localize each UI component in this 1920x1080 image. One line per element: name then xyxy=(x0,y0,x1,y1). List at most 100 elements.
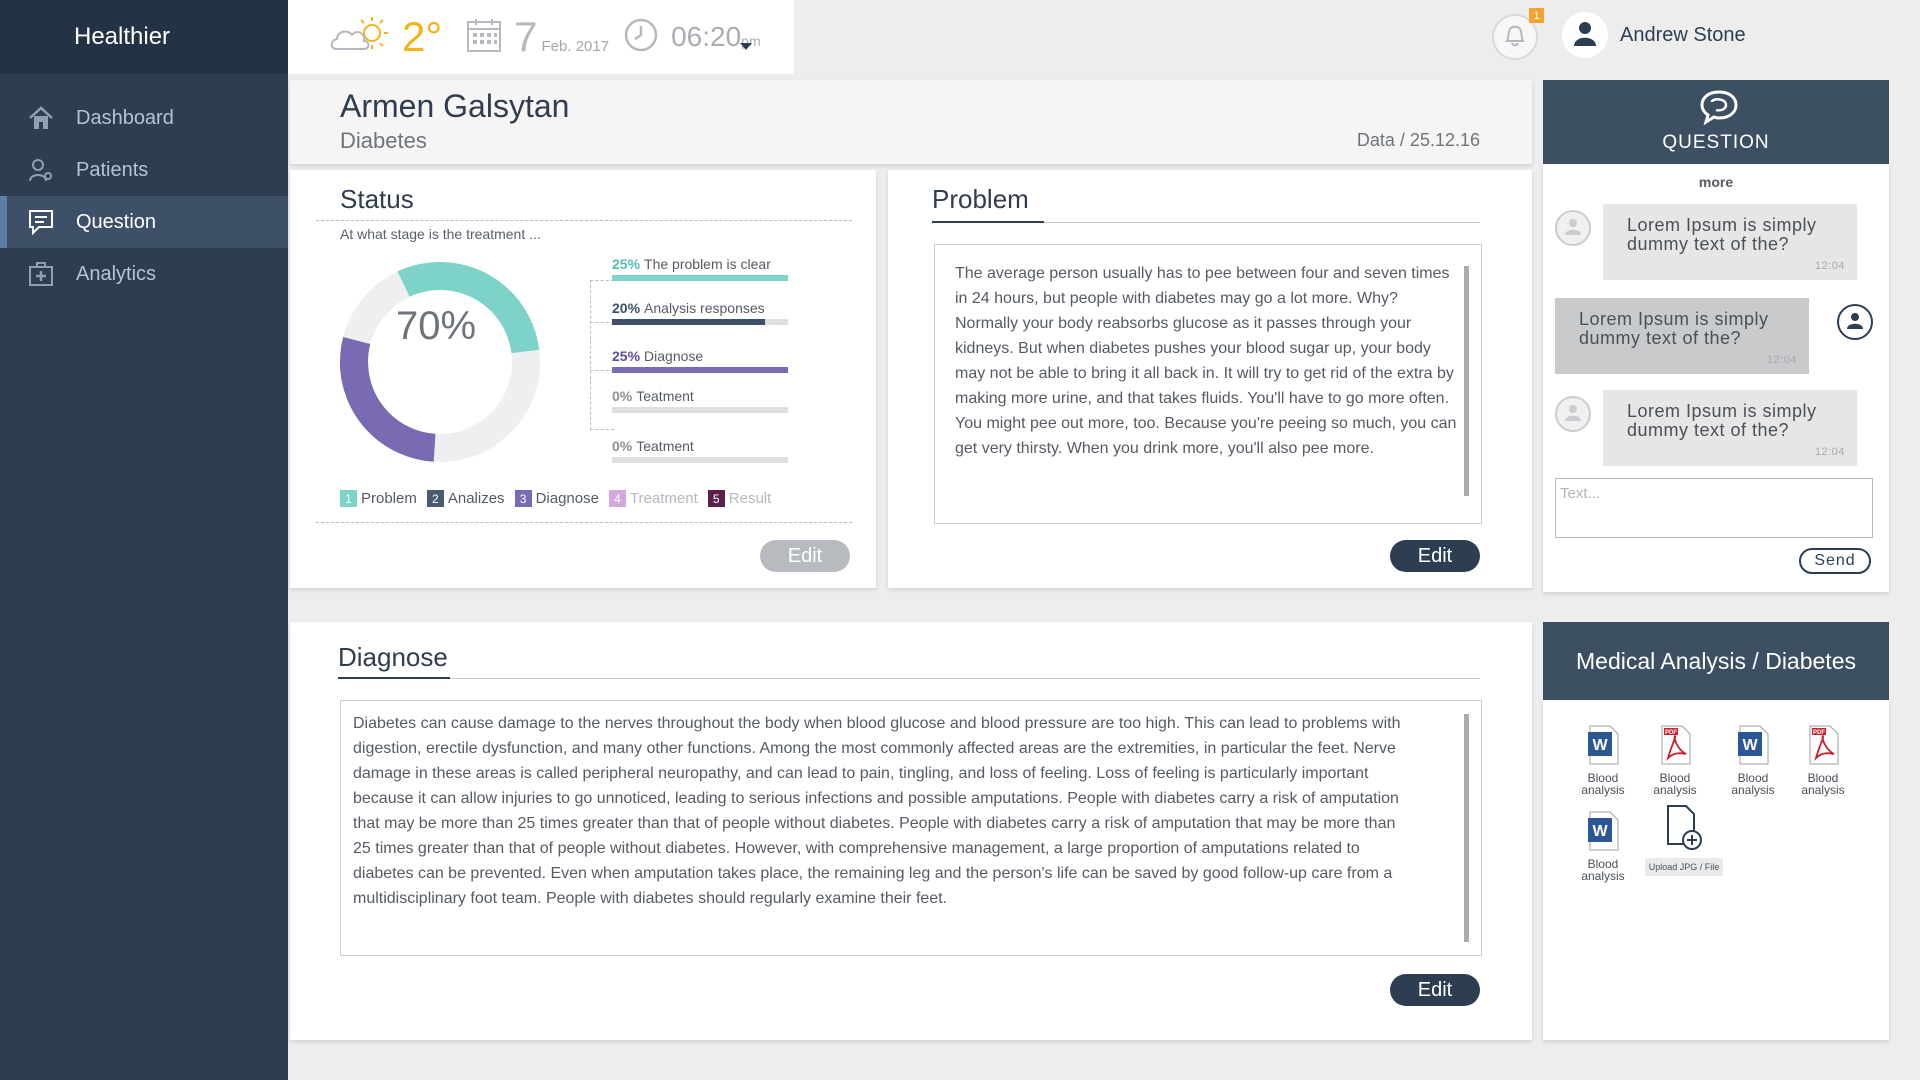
progress-bar-row: 25% Diagnose xyxy=(612,348,788,373)
word-file-icon: W xyxy=(1719,718,1787,766)
pdf-file-icon: PDF xyxy=(1641,718,1709,766)
file-item[interactable]: W Blood analysis xyxy=(1569,718,1637,796)
divider xyxy=(316,220,852,221)
progress-fill xyxy=(612,367,788,373)
scrollbar[interactable] xyxy=(1464,266,1469,496)
progress-track xyxy=(612,457,788,463)
bell-icon xyxy=(1502,22,1528,53)
message-input[interactable]: Text... xyxy=(1555,478,1873,538)
problem-text[interactable]: The average person usually has to pee be… xyxy=(934,244,1482,524)
problem-card: Problem The average person usually has t… xyxy=(888,170,1532,588)
date-month: Feb. 2017 xyxy=(541,37,610,55)
bar-percent: 20% xyxy=(612,300,641,316)
patient-header: Armen Galsytan Diabetes Data / 25.12.16 xyxy=(290,80,1532,164)
progress-fill xyxy=(612,275,788,281)
bar-label: Teatment xyxy=(636,438,694,454)
chat-bubbles-icon xyxy=(1699,88,1739,131)
user-icon xyxy=(1570,18,1600,53)
status-legend: 1 Problem 2 Analizes 3 Diagnose 4 Treatment … xyxy=(340,490,781,507)
tree-branch xyxy=(590,322,614,323)
chat-message: Lorem Ipsum is simply dummy text of the?… xyxy=(1603,390,1857,466)
diagnose-text[interactable]: Diabetes can cause damage to the nerves … xyxy=(340,700,1482,956)
status-edit-button[interactable]: Edit xyxy=(760,540,850,572)
sidebar-item-analytics[interactable]: Analytics xyxy=(0,248,288,300)
problem-title: Problem xyxy=(932,184,1029,214)
clock-icon xyxy=(623,17,659,58)
sidebar-item-label: Dashboard xyxy=(76,106,174,129)
question-panel: more Lorem Ipsum is simply dummy text of… xyxy=(1543,164,1889,592)
svg-text:W: W xyxy=(1742,737,1758,754)
temperature: 2° xyxy=(402,13,443,60)
bar-label: Analysis responses xyxy=(644,300,765,316)
problem-edit-button[interactable]: Edit xyxy=(1390,540,1480,572)
user-menu[interactable]: Andrew Stone xyxy=(1562,12,1746,58)
file-item[interactable]: W Blood analysis xyxy=(1719,718,1787,796)
sidebar-item-patients[interactable]: Patients xyxy=(0,144,288,196)
legend-item: 1 Problem xyxy=(340,490,417,507)
legend-item: 4 Treatment xyxy=(608,490,698,507)
word-file-icon: W xyxy=(1569,804,1637,852)
progress-fill xyxy=(612,319,766,325)
file-item[interactable]: W Blood analysis xyxy=(1569,804,1637,882)
tree-branch xyxy=(590,370,614,371)
tree-line xyxy=(590,280,591,430)
legend-item: 5 Result xyxy=(707,490,771,507)
weather-date-time: 2° 7 Feb. 2017 06:20pm xyxy=(288,0,794,74)
bar-percent: 0% xyxy=(612,388,633,404)
sidebar-item-dashboard[interactable]: Dashboard xyxy=(0,92,288,144)
diagnose-card: Diagnose Diabetes can cause damage to th… xyxy=(290,622,1532,1040)
user-icon xyxy=(1845,310,1865,335)
notifications-button[interactable]: 1 xyxy=(1492,8,1544,60)
svg-text:W: W xyxy=(1592,823,1608,840)
progress-bar-row: 0% Teatment xyxy=(612,438,788,463)
bar-percent: 25% xyxy=(612,348,641,364)
chat-message: Lorem Ipsum is simply dummy text of the?… xyxy=(1555,298,1809,374)
home-icon xyxy=(26,103,56,133)
divider xyxy=(316,522,852,523)
bar-percent: 25% xyxy=(612,256,641,272)
weather-cloud-sun-icon xyxy=(328,13,396,62)
add-file-icon xyxy=(1645,804,1723,852)
svg-text:W: W xyxy=(1592,737,1608,754)
upload-file-button[interactable]: Upload JPG / File xyxy=(1645,804,1723,876)
file-item[interactable]: PDF Blood analysis xyxy=(1789,718,1857,796)
status-title: Status xyxy=(340,184,414,214)
status-question: At what stage is the treatment ... xyxy=(340,226,541,242)
question-header: QUESTION xyxy=(1543,80,1889,164)
title-underline xyxy=(932,221,1044,223)
chat-icon xyxy=(26,207,56,237)
diagnose-edit-button[interactable]: Edit xyxy=(1390,974,1480,1006)
progress-bar-row: 25% The problem is clear xyxy=(612,256,788,281)
user-name: Andrew Stone xyxy=(1620,23,1746,46)
app-title: Healthier xyxy=(0,0,288,74)
sidebar-item-label: Analytics xyxy=(76,262,157,285)
sidebar-item-question[interactable]: Question xyxy=(0,196,288,248)
patient-date: Data / 25.12.16 xyxy=(1356,130,1480,150)
topbar: 2° 7 Feb. 2017 06:20pm 1 Andrew Stone xyxy=(288,0,1920,76)
date-day: 7 xyxy=(514,13,538,60)
avatar xyxy=(1555,210,1591,246)
divider xyxy=(338,678,1480,679)
title-underline xyxy=(338,677,450,679)
avatar xyxy=(1837,304,1873,340)
sidebar: Healthier Dashboard Patients Question An… xyxy=(0,0,288,1080)
calendar-icon xyxy=(466,17,502,58)
user-icon xyxy=(1563,402,1583,427)
scrollbar[interactable] xyxy=(1464,714,1469,942)
progress-bar-row: 0% Teatment xyxy=(612,388,788,413)
tree-branch xyxy=(590,280,614,281)
patient-name: Armen Galsytan xyxy=(340,88,570,124)
progress-track xyxy=(612,275,788,281)
progress-track xyxy=(612,367,788,373)
send-button[interactable]: Send xyxy=(1799,548,1871,574)
medical-analysis-header: Medical Analysis / Diabetes xyxy=(1543,622,1889,700)
progress-bar-row: 20% Analysis responses xyxy=(612,300,788,325)
avatar xyxy=(1562,12,1608,58)
chat-message: Lorem Ipsum is simply dummy text of the?… xyxy=(1603,204,1857,280)
notification-badge: 1 xyxy=(1529,8,1544,23)
file-item[interactable]: PDF Blood analysis xyxy=(1641,718,1709,796)
patient-condition: Diabetes xyxy=(340,128,427,153)
word-file-icon: W xyxy=(1569,718,1637,766)
more-link[interactable]: more xyxy=(1543,174,1889,190)
caret-down-icon[interactable] xyxy=(740,38,752,56)
